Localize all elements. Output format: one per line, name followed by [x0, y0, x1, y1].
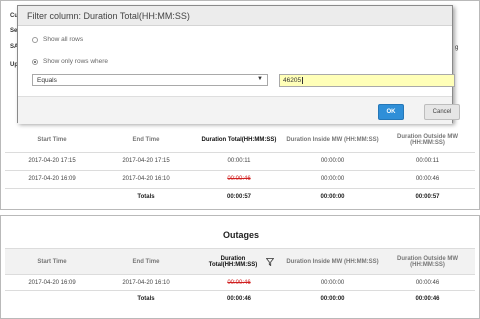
- column-header[interactable]: Duration Inside MW (HH:MM:SS): [285, 248, 380, 275]
- show-only-rows-option[interactable]: Show only rows where: [32, 58, 108, 65]
- column-header[interactable]: End Time: [99, 128, 193, 152]
- text-cursor: [302, 77, 304, 84]
- table-cell: 00:00:57: [380, 187, 475, 206]
- table-cell: 2017-04-20 16:09: [5, 274, 99, 291]
- column-header[interactable]: Start Time: [5, 248, 99, 275]
- table-cell: 00:00:46: [380, 290, 475, 307]
- table-cell: 00:00:00: [285, 187, 380, 206]
- filter-value-input[interactable]: 46205: [279, 74, 455, 87]
- table-cell: 00:00:00: [285, 290, 380, 307]
- totals-row: Totals 00:00:57 00:00:00 00:00:57: [5, 187, 475, 206]
- table-cell: [5, 187, 99, 206]
- table-cell: 00:00:00: [285, 151, 380, 170]
- dialog-title: Filter column: Duration Total(HH:MM:SS): [18, 6, 452, 26]
- operator-select[interactable]: Equals ▼: [32, 74, 268, 86]
- show-all-rows-label: Show all rows: [43, 36, 84, 43]
- table-cell: 00:00:11: [380, 151, 475, 170]
- table-cell: 00:00:00: [285, 274, 380, 291]
- table-header-row: Start Time End Time Duration Total(HH:MM…: [5, 128, 475, 152]
- outages-table: Start Time End Time Duration Total(HH:MM…: [5, 248, 475, 307]
- operator-value: Equals: [37, 77, 57, 84]
- table-cell: [5, 290, 99, 307]
- table-cell: 00:00:46: [380, 274, 475, 291]
- filter-screenshot-panel: Cu Se SA Up g Filter column: Duration To…: [0, 0, 480, 210]
- background-text-fragment: g: [455, 45, 459, 51]
- table-cell-highlighted: 00:00:46: [193, 274, 285, 291]
- column-header[interactable]: End Time: [99, 248, 193, 275]
- column-header[interactable]: Duration Total(HH:MM:SS): [193, 128, 285, 152]
- table-cell: 2017-04-20 17:15: [99, 151, 193, 170]
- table-cell: 00:00:57: [193, 187, 285, 206]
- table-cell: 2017-04-20 16:10: [99, 169, 193, 188]
- table-header-row: Start Time End Time Duration Total(HH:MM…: [5, 248, 475, 275]
- outages-title: Outages: [222, 230, 259, 240]
- radio-button-selected[interactable]: [32, 58, 38, 65]
- duration-table: Start Time End Time Duration Total(HH:MM…: [5, 128, 475, 206]
- table-cell: 2017-04-20 16:10: [99, 274, 193, 291]
- totals-row: Totals 00:00:46 00:00:00 00:00:46: [5, 290, 475, 307]
- column-header[interactable]: Duration Outside MW (HH:MM:SS): [380, 248, 475, 275]
- totals-label: Totals: [99, 187, 193, 206]
- table-row: 2017-04-20 17:15 2017-04-20 17:15 00:00:…: [5, 151, 475, 170]
- column-header[interactable]: Duration Outside MW (HH:MM:SS): [380, 128, 475, 152]
- table-cell: 00:00:00: [285, 169, 380, 188]
- cancel-button[interactable]: Cancel: [424, 104, 460, 120]
- table-cell: 00:00:46: [380, 169, 475, 188]
- ok-button[interactable]: OK: [378, 104, 404, 120]
- column-header-filtered[interactable]: Duration Total(HH:MM:SS): [193, 248, 285, 275]
- column-header[interactable]: Start Time: [5, 128, 99, 152]
- table-cell: 2017-04-20 17:15: [5, 151, 99, 170]
- radio-button[interactable]: [32, 36, 38, 43]
- column-header[interactable]: Duration Inside MW (HH:MM:SS): [285, 128, 380, 152]
- table-cell: 00:00:11: [193, 151, 285, 170]
- show-only-rows-label: Show only rows where: [43, 58, 109, 65]
- show-all-rows-option[interactable]: Show all rows: [32, 36, 83, 43]
- filter-dialog: Filter column: Duration Total(HH:MM:SS) …: [17, 5, 460, 124]
- filter-icon[interactable]: [266, 257, 274, 266]
- table-row: 2017-04-20 16:09 2017-04-20 16:10 00:00:…: [5, 274, 475, 291]
- table-cell-highlighted: 00:00:46: [193, 169, 285, 188]
- outages-panel: Outages Start Time End Time Duration Tot…: [0, 215, 480, 319]
- filter-value-text: 46205: [283, 77, 302, 84]
- table-cell: 2017-04-20 16:09: [5, 169, 99, 188]
- dropdown-arrow-icon[interactable]: ▼: [257, 76, 263, 82]
- table-cell: 00:00:46: [193, 290, 285, 307]
- table-row: 2017-04-20 16:09 2017-04-20 16:10 00:00:…: [5, 169, 475, 188]
- totals-label: Totals: [99, 290, 193, 307]
- column-header-label: Duration Total(HH:MM:SS): [208, 255, 258, 268]
